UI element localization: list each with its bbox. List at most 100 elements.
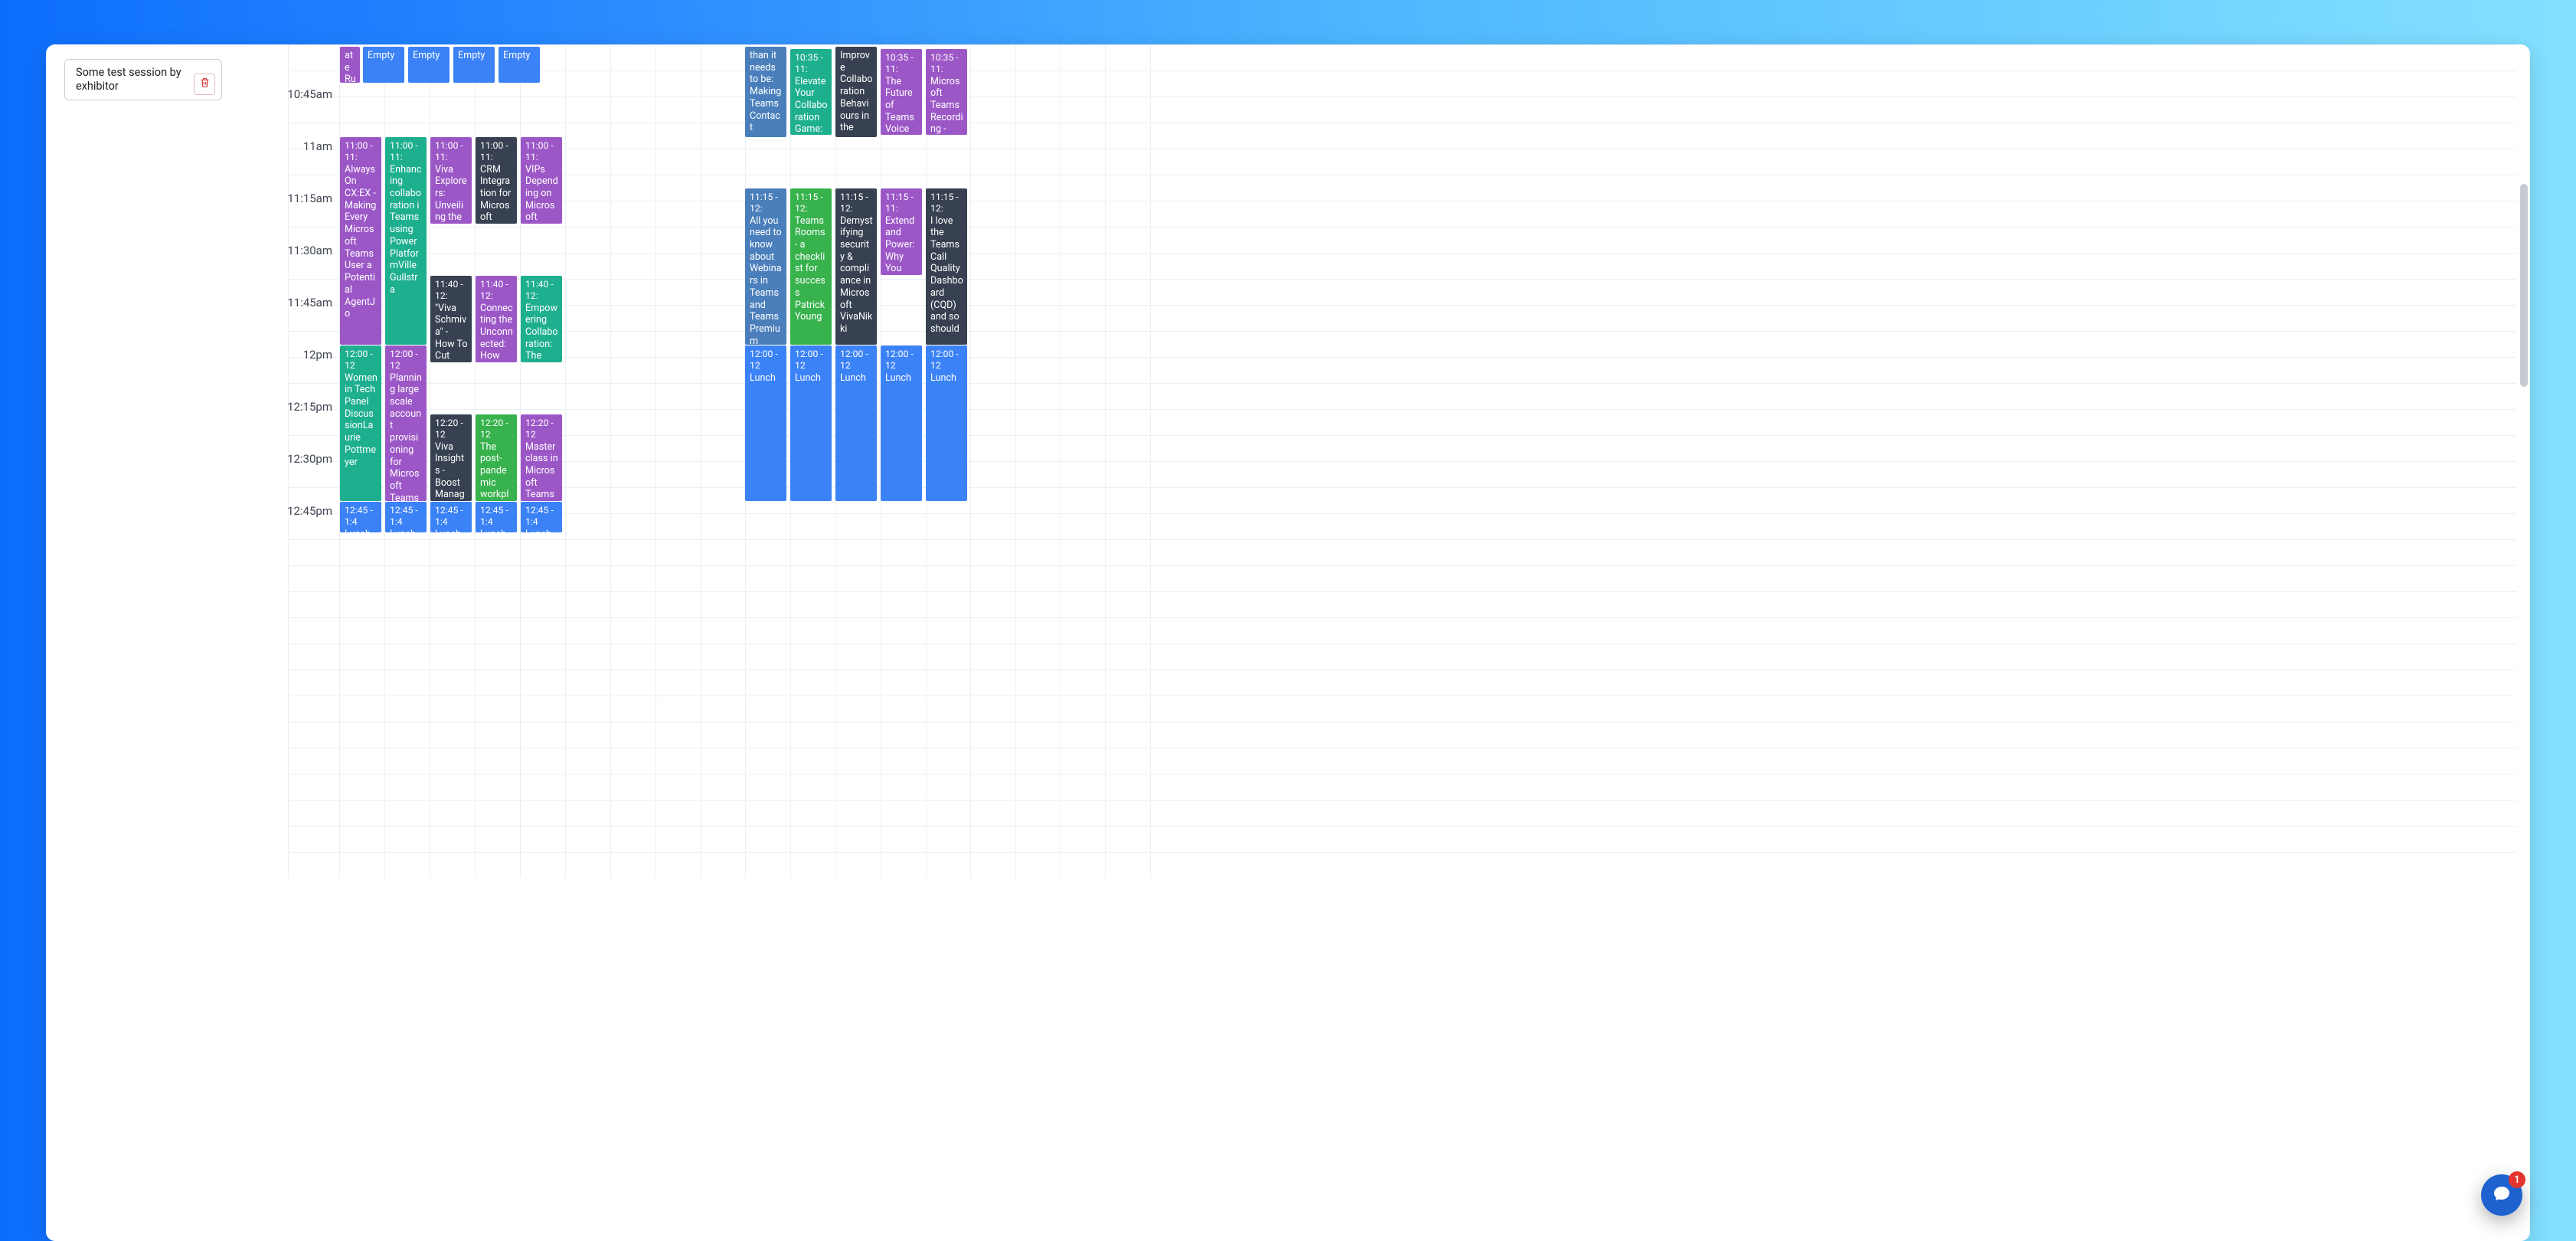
calendar-event[interactable]: 11:00 - 11:Always On CX:EX - Making Ever… [340, 137, 381, 345]
event-title: Planning large scale account provisionin… [390, 372, 423, 502]
calendar-event[interactable]: 12:45 - 1:4Lunch [430, 502, 472, 532]
time-label: 12:15pm [46, 400, 337, 414]
event-time: 12:20 - 12 [525, 417, 558, 441]
event-title: Lunch [840, 372, 873, 385]
event-time: 11:40 - 12: [435, 279, 468, 303]
event-time: 11:00 - 11: [480, 140, 513, 164]
event-time: 12:20 - 12 [435, 417, 468, 441]
chat-launcher[interactable]: 1 [2481, 1174, 2522, 1216]
calendar-event[interactable]: 12:20 - 12The post-pandemic workpla [476, 414, 517, 501]
event-title: I love the Teams Call Quality Dashboard … [930, 215, 963, 336]
event-time: 12:00 - 12 [840, 349, 873, 372]
event-title: Lunch [390, 529, 423, 533]
event-time: 12:00 - 12 [390, 349, 423, 372]
event-title: Lunch [930, 372, 963, 385]
calendar-event[interactable]: ate Russell [340, 47, 360, 83]
calendar-event[interactable]: 11:15 - 12:Demystifying security & compl… [835, 188, 877, 345]
event-time: 12:00 - 12 [930, 349, 963, 372]
event-title: Demystifying security & compliance in Mi… [840, 215, 873, 336]
event-time: 11:40 - 12: [525, 279, 558, 303]
event-title: Improve Collaboration Behaviours in the [840, 50, 873, 134]
event-time: 12:00 - 12 [795, 349, 828, 372]
calendar-event[interactable]: 11:15 - 12:I love the Teams Call Quality… [926, 188, 967, 345]
calendar-event[interactable]: 12:00 - 12Lunch [745, 345, 786, 501]
calendar-event[interactable]: 11:15 - 12:Teams Rooms - a checklist for… [790, 188, 832, 345]
calendar-viewport[interactable]: ate Russell Empty Empty Empty Empty than it n… [46, 44, 2530, 1241]
event-time: 11:00 - 11: [390, 140, 423, 164]
calendar-event[interactable]: 11:00 - 11:Enhancing collaboration i Tea… [385, 137, 427, 345]
selected-session-label: Some test session by exhibitor [76, 66, 181, 93]
calendar-event[interactable]: 12:00 - 12Planning large scale account p… [385, 345, 427, 501]
event-title: Extend and Power: Why You Should [885, 215, 918, 276]
event-time: 12:00 - 12 [345, 349, 378, 372]
event-title: Connecting the Unconnected: How [480, 303, 513, 363]
calendar-event[interactable]: 11:00 - 11:Viva Explorers: Unveiling the [430, 137, 472, 224]
calendar-event[interactable]: Empty [363, 47, 404, 83]
calendar-event[interactable]: 12:00 - 12Lunch [790, 345, 832, 501]
calendar-event[interactable]: 12:00 - 12Lunch [835, 345, 877, 501]
event-title: Lunch [480, 529, 513, 533]
event-title: Empty [458, 50, 491, 62]
calendar-event[interactable]: 12:20 - 12Viva Insights - Boost Manager … [430, 414, 472, 501]
calendar-event[interactable]: 12:45 - 1:4Lunch [476, 502, 517, 532]
event-time: 12:45 - 1:4 [525, 505, 558, 529]
calendar-event[interactable]: than it needs to be: Making Teams Contac… [745, 47, 786, 137]
calendar-event[interactable]: 11:40 - 12:Connecting the Unconnected: H… [476, 276, 517, 362]
time-label: 12pm [46, 348, 337, 362]
event-title: than it needs to be: Making Teams Contac… [750, 50, 783, 134]
event-time: 10:35 - 11: [795, 52, 828, 76]
event-time: 11:15 - 12: [795, 192, 828, 215]
calendar-event[interactable]: 12:00 - 12Women in Tech Panel Discussion… [340, 345, 381, 501]
calendar-event[interactable]: 12:45 - 1:4Lunch [385, 502, 427, 532]
event-title: Teams Rooms - a checklist for success Pa… [795, 215, 828, 324]
event-title: CRM Integration for Microsoft [480, 164, 513, 224]
event-time: 12:45 - 1:4 [390, 505, 423, 529]
event-title: The post-pandemic workpla [480, 441, 513, 502]
event-time: 11:00 - 11: [525, 140, 558, 164]
delete-session-button[interactable] [194, 74, 215, 95]
event-title: ate Russell [345, 50, 356, 83]
time-label: 11:30am [46, 244, 337, 257]
calendar-event[interactable]: Empty [453, 47, 495, 83]
calendar-event[interactable]: Improve Collaboration Behaviours in the [835, 47, 877, 137]
calendar-event[interactable]: 11:40 - 12:"Viva Schmiva" - How To Cut T… [430, 276, 472, 362]
event-title: Elevate Your Collaboration Game: [795, 76, 828, 136]
event-time: 11:00 - 11: [345, 140, 378, 164]
calendar-event[interactable]: 10:35 - 11:The Future of Teams Voice [881, 49, 922, 135]
time-label: 11am [46, 139, 337, 153]
event-time: 12:45 - 1:4 [435, 505, 468, 529]
event-title: Empty [413, 50, 446, 62]
calendar-event[interactable]: 12:20 - 12Masterclass in Microsoft Teams… [521, 414, 562, 501]
event-title: Lunch [525, 529, 558, 533]
calendar-event[interactable]: 12:00 - 12Lunch [926, 345, 967, 501]
event-time: 12:00 - 12 [750, 349, 783, 372]
chat-icon [2493, 1184, 2511, 1206]
event-time: 12:00 - 12 [885, 349, 918, 372]
event-title: Lunch [885, 372, 918, 385]
calendar-event[interactable]: 12:45 - 1:4Lunch [521, 502, 562, 532]
calendar-event[interactable]: 11:00 - 11:CRM Integration for Microsoft [476, 137, 517, 224]
event-time: 12:45 - 1:4 [345, 505, 378, 529]
calendar-event[interactable]: Empty [408, 47, 449, 83]
calendar-event[interactable]: 11:40 - 12:Empowering Collaboration: The [521, 276, 562, 362]
calendar-event[interactable]: 11:00 - 11:VIPs Depending on Microsoft T… [521, 137, 562, 224]
calendar-event[interactable]: Empty [499, 47, 540, 83]
chat-badge: 1 [2509, 1171, 2525, 1188]
calendar-event[interactable]: 11:15 - 12:All you need to know about We… [745, 188, 786, 345]
time-label: 12:45pm [46, 504, 337, 518]
calendar-event[interactable]: 10:35 - 11:Elevate Your Collaboration Ga… [790, 49, 832, 135]
calendar-event[interactable]: 12:45 - 1:4Lunch [340, 502, 381, 532]
event-title: Viva Explorers: Unveiling the [435, 164, 468, 224]
event-title: Always On CX:EX - Making Every Microsoft… [345, 164, 378, 321]
event-title: Empty [368, 50, 400, 62]
event-time: 12:20 - 12 [480, 417, 513, 441]
event-title: Lunch [435, 529, 468, 533]
scrollbar-thumb[interactable] [2520, 184, 2528, 387]
event-time: 10:35 - 11: [885, 52, 918, 76]
event-title: Lunch [345, 529, 378, 533]
calendar-event[interactable]: 11:15 - 11:Extend and Power: Why You Sho… [881, 188, 922, 275]
event-title: The Future of Teams Voice [885, 76, 918, 136]
time-label: 11:15am [46, 192, 337, 205]
calendar-event[interactable]: 12:00 - 12Lunch [881, 345, 922, 501]
calendar-event[interactable]: 10:35 - 11:Microsoft Teams Recording - F… [926, 49, 967, 135]
